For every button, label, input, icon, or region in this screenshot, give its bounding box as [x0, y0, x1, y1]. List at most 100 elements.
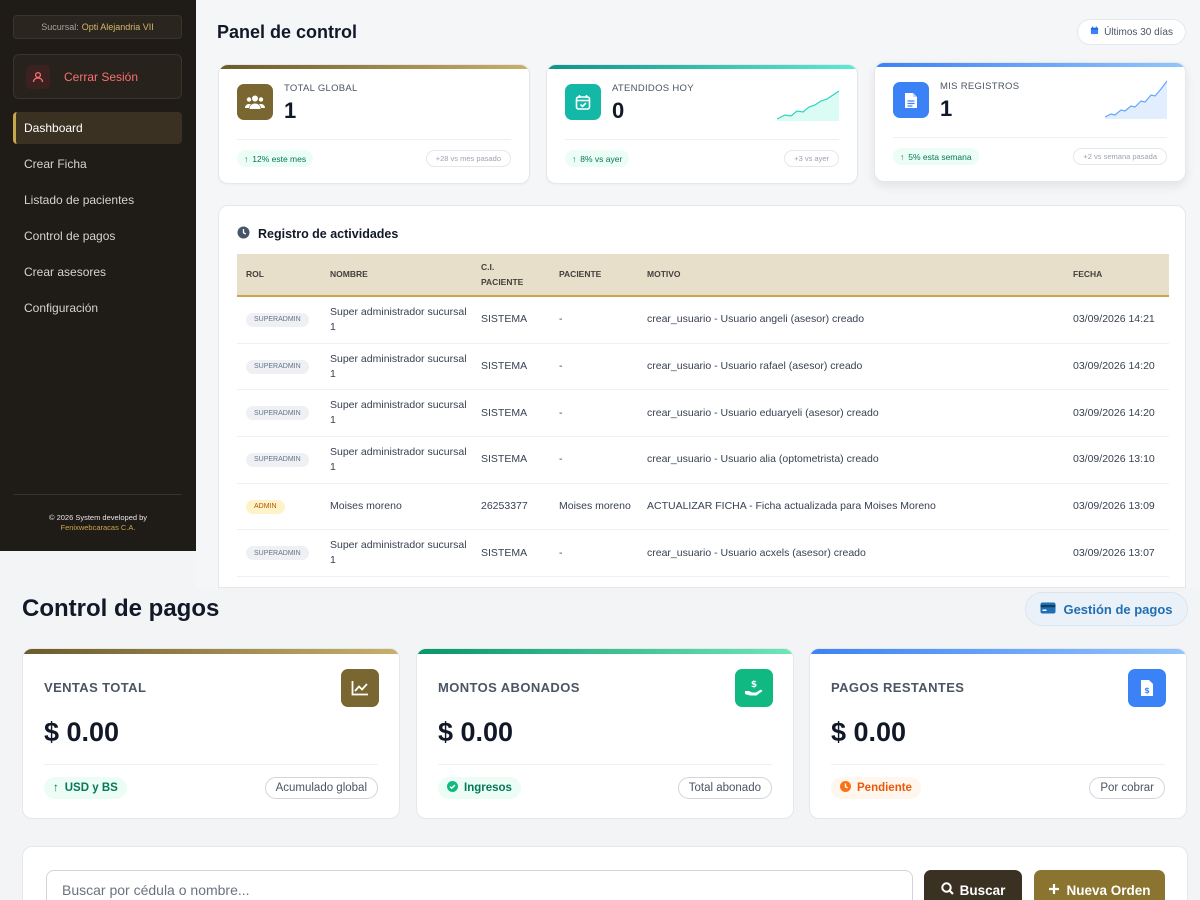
table-row[interactable]: SUPERADMIN Super administrador sucursal 1…	[237, 297, 1169, 344]
credit-card-icon	[1040, 602, 1056, 617]
cell-fecha: 03/09/2026 13:07	[1073, 546, 1155, 559]
footer-company: Fenixwebcaracas C.A.	[60, 523, 136, 532]
role-badge: SUPERADMIN	[246, 452, 309, 467]
clock-icon	[840, 781, 851, 795]
role-badge: SUPERADMIN	[246, 312, 309, 327]
trend-badge: ↑ 12% este mes	[237, 150, 314, 167]
search-icon	[940, 882, 954, 898]
trend-badge: ↑ 5% esta semana	[893, 148, 979, 165]
logout-label: Cerrar Sesión	[64, 69, 139, 84]
arrow-up-icon: ↑	[53, 782, 59, 794]
column-header-nombre[interactable]: NOMBRE	[330, 254, 470, 295]
svg-text:$: $	[1144, 686, 1150, 695]
cell-nombre: Super administrador sucursal 1	[330, 539, 467, 567]
new-order-button[interactable]: Nueva Orden	[1034, 870, 1165, 900]
cell-paciente: -	[559, 453, 563, 466]
date-range-label: Últimos 30 días	[1104, 26, 1173, 38]
role-badge: SUPERADMIN	[246, 359, 309, 374]
sidebar-item-crear-ficha[interactable]: Crear Ficha	[13, 148, 182, 180]
date-range-button[interactable]: Últimos 30 días	[1077, 19, 1186, 45]
trend-badge: ↑ 8% vs ayer	[565, 150, 630, 167]
sidebar-nav: Dashboard Crear Ficha Listado de pacient…	[13, 112, 182, 328]
stat-value: 1	[284, 98, 297, 123]
table-row[interactable]: SUPERADMIN Super administrador sucursal 1…	[237, 344, 1169, 391]
pay-value: $ 0.00	[831, 717, 907, 747]
divider	[237, 139, 511, 140]
pay-card-montos-abonados: MONTOS ABONADOS $ $ 0.00 Ingresos Total …	[416, 648, 794, 819]
trend-text: 8% vs ayer	[580, 153, 623, 164]
stat-label: ATENDIDOS HOY	[612, 83, 694, 94]
pay-chip-left: Ingresos	[438, 777, 521, 799]
column-header-ci[interactable]: C.I. PACIENTE	[481, 254, 531, 295]
gestion-pagos-label: Gestión de pagos	[1063, 601, 1173, 617]
sidebar-item-control-pagos[interactable]: Control de pagos	[13, 220, 182, 252]
column-header-fecha[interactable]: FECHA	[1073, 254, 1168, 295]
cell-rol: SUPERADMIN	[246, 437, 309, 483]
trend-text: 12% este mes	[252, 153, 307, 164]
divider	[438, 764, 772, 765]
cell-paciente: Moises moreno	[559, 500, 631, 513]
column-header-paciente[interactable]: PACIENTE	[559, 254, 639, 295]
document-icon	[893, 82, 929, 118]
column-header-motivo[interactable]: MOTIVO	[647, 254, 1067, 295]
table-row[interactable]: ADMIN Moises moreno 26253377 Moises moreno A…	[237, 484, 1169, 531]
table-header: ROL NOMBRE C.I. PACIENTE PACIENTE MOTIVO…	[237, 254, 1169, 297]
pay-chip-left-text: Ingresos	[464, 782, 512, 794]
dashboard-area: Panel de control Últimos 30 días TOTAL G…	[196, 0, 1200, 588]
trend-text: 5% esta semana	[908, 151, 972, 162]
pay-chip-right: Acumulado global	[264, 777, 378, 799]
sparkline-teal	[777, 90, 839, 121]
column-header-rol[interactable]: ROL	[246, 254, 264, 295]
stat-value: 1	[940, 96, 953, 121]
pagos-title: Control de pagos	[22, 595, 220, 622]
logout-button[interactable]: Cerrar Sesión	[13, 54, 182, 99]
cell-ci: SISTEMA	[481, 546, 528, 559]
stat-label: MIS REGISTROS	[940, 81, 1020, 92]
pay-label: VENTAS TOTAL	[44, 680, 147, 695]
card-accent-bar	[810, 649, 1186, 654]
cell-rol: SUPERADMIN	[246, 344, 309, 390]
divider	[565, 139, 839, 140]
sidebar-item-crear-asesores[interactable]: Crear asesores	[13, 256, 182, 288]
divider	[893, 137, 1167, 138]
footer-copyright: © 2026 System developed by	[48, 513, 148, 522]
cell-paciente: -	[559, 546, 563, 559]
cell-ci: 26253377	[481, 500, 528, 513]
sidebar: Sucursal: Opti Alejandria VII Cerrar Ses…	[0, 0, 196, 551]
search-button[interactable]: Buscar	[924, 870, 1022, 900]
divider	[44, 764, 378, 765]
invoice-dollar-icon: $	[1128, 669, 1166, 707]
sidebar-item-configuracion[interactable]: Configuración	[13, 292, 182, 324]
cell-motivo: crear_usuario - Usuario rafael (asesor) …	[647, 360, 863, 373]
table-row[interactable]: SUPERADMIN Super administrador sucursal 1…	[237, 530, 1169, 578]
stat-card-mis-registros: MIS REGISTROS 1 ↑ 5% esta semana +2 vs se…	[874, 62, 1186, 182]
pay-value: $ 0.00	[44, 717, 120, 747]
pay-label: MONTOS ABONADOS	[438, 680, 580, 695]
cell-nombre: Super administrador sucursal 1	[330, 445, 467, 473]
arrow-up-icon: ↑	[244, 153, 249, 164]
sidebar-item-listado-pacientes[interactable]: Listado de pacientes	[13, 184, 182, 216]
table-row[interactable]: SUPERADMIN Super administrador sucursal 1…	[237, 437, 1169, 484]
pay-card-pagos-restantes: PAGOS RESTANTES $ $ 0.00 Pendiente Por c…	[809, 648, 1187, 819]
sucursal-badge: Sucursal: Opti Alejandria VII	[13, 15, 182, 39]
sidebar-item-dashboard[interactable]: Dashboard	[13, 112, 182, 144]
table-body: SUPERADMIN Super administrador sucursal 1…	[237, 297, 1169, 578]
card-accent-bar	[547, 65, 857, 69]
cell-ci: SISTEMA	[481, 360, 528, 373]
cell-fecha: 03/09/2026 14:20	[1073, 360, 1155, 373]
card-accent-bar	[417, 649, 793, 654]
plus-icon	[1048, 883, 1060, 898]
pay-chip-left: Pendiente	[831, 777, 921, 799]
pay-chip-left: ↑ USD y BS	[44, 777, 127, 799]
activity-header: Registro de actividades	[237, 226, 398, 242]
role-badge: ADMIN	[246, 499, 285, 514]
pay-chip-right: Por cobrar	[1089, 777, 1165, 799]
cell-motivo: crear_usuario - Usuario alia (optometris…	[647, 453, 879, 466]
table-row[interactable]: SUPERADMIN Super administrador sucursal 1…	[237, 390, 1169, 438]
search-input[interactable]	[46, 870, 913, 900]
search-card: Buscar Nueva Orden	[22, 846, 1188, 900]
gestion-pagos-button[interactable]: Gestión de pagos	[1025, 592, 1188, 626]
pay-chip-left-text: USD y BS	[64, 782, 118, 794]
card-accent-bar	[219, 65, 529, 69]
new-order-label: Nueva Orden	[1066, 882, 1151, 898]
